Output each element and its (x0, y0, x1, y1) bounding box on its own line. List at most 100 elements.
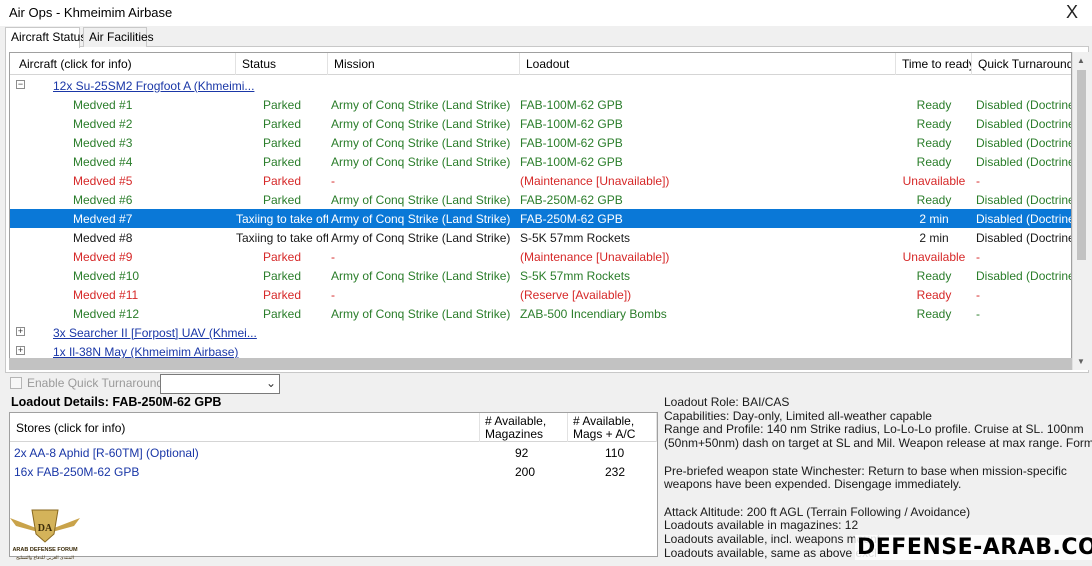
group-row[interactable]: + 3x Searcher II [Forpost] UAV (Khmei... (10, 323, 1071, 342)
aircraft-time-to-ready: Unavailable (902, 250, 966, 264)
arab-defense-forum-logo: DA ARAB DEFENSE FORUM المنتدى العربي للد… (10, 509, 80, 561)
enable-quick-turnaround[interactable]: Enable Quick Turnaround (10, 376, 163, 390)
store-row[interactable]: 2x AA-8 Aphid [R-60TM] (Optional) 92 110 (10, 444, 657, 463)
aircraft-name[interactable]: Medved #7 (73, 212, 238, 226)
watermark-text: DEFENSE-ARAB.COM (855, 535, 1092, 560)
aircraft-row[interactable]: Medved #11 Parked - (Reserve [Available]) Re… (10, 285, 1071, 304)
aircraft-row[interactable]: Medved #9 Parked - (Maintenance [Unavailabl… (10, 247, 1071, 266)
column-header-status[interactable]: Status (236, 53, 328, 75)
chevron-down-icon: ⌄ (265, 376, 276, 390)
aircraft-name[interactable]: Medved #6 (73, 193, 238, 207)
aircraft-loadout: (Maintenance [Unavailable]) (520, 174, 670, 188)
expand-icon[interactable]: + (16, 327, 25, 336)
aircraft-row[interactable]: Medved #12 Parked Army of Conq Strike (Lan… (10, 304, 1071, 323)
aircraft-quick-turnaround: - (976, 307, 980, 321)
aircraft-row[interactable]: Medved #1 Parked Army of Conq Strike (Land… (10, 95, 1072, 114)
scroll-up-icon[interactable]: ▲ (1077, 56, 1085, 65)
detail-line: Range and Profile: 140 nm Strike radius,… (664, 422, 1084, 437)
aircraft-time-to-ready: 2 min (919, 212, 949, 226)
aircraft-quick-turnaround: - (976, 174, 980, 188)
stores-table: Stores (click for info) # Available, Mag… (9, 412, 658, 557)
aircraft-quick-turnaround: Disabled (Doctrine) (976, 98, 1072, 112)
aircraft-row[interactable]: Medved #10 Parked Army of Conq Strike (Lan… (10, 266, 1072, 285)
grid-header: Aircraft (click for info) Status Mission… (10, 53, 1071, 75)
aircraft-mission: - (331, 250, 335, 264)
aircraft-mission: Army of Conq Strike (Land Strike) (331, 231, 511, 245)
aircraft-status: Parked (262, 193, 302, 207)
aircraft-quick-turnaround: Disabled (Doctrine) (976, 136, 1072, 150)
aircraft-quick-turnaround: Disabled (Doctrine) (976, 193, 1072, 207)
aircraft-status: Taxiing to take off (236, 231, 328, 245)
group-label[interactable]: 3x Searcher II [Forpost] UAV (Khmei... (53, 326, 257, 340)
aircraft-name[interactable]: Medved #1 (73, 98, 238, 112)
column-header-quick-turnaround[interactable]: Quick Turnaround (972, 53, 1071, 75)
store-name[interactable]: 16x FAB-250M-62 GPB (14, 465, 139, 479)
aircraft-loadout: ZAB-500 Incendiary Bombs (520, 307, 667, 321)
aircraft-name[interactable]: Medved #8 (73, 231, 238, 245)
quick-turnaround-checkbox[interactable] (10, 377, 22, 389)
aircraft-name[interactable]: Medved #12 (73, 307, 238, 321)
aircraft-mission: - (331, 288, 335, 302)
aircraft-time-to-ready: Unavailable (902, 174, 966, 188)
aircraft-status: Parked (262, 136, 302, 150)
column-header-stores[interactable]: Stores (click for info) (10, 413, 480, 442)
group-label[interactable]: 1x Il-38N May (Khmeimim Airbase) (53, 345, 238, 359)
tab-aircraft-status[interactable]: Aircraft Status (5, 27, 86, 48)
aircraft-time-to-ready: Ready (916, 136, 952, 150)
aircraft-status: Parked (262, 117, 302, 131)
close-icon[interactable]: X (1066, 2, 1078, 23)
aircraft-row[interactable]: Medved #4 Parked Army of Conq Strike (Land… (10, 152, 1072, 171)
aircraft-name[interactable]: Medved #9 (73, 250, 238, 264)
detail-line: Attack Altitude: 200 ft AGL (Terrain Fol… (664, 504, 971, 519)
aircraft-loadout: S-5K 57mm Rockets (520, 231, 631, 245)
store-row[interactable]: 16x FAB-250M-62 GPB 200 232 (10, 463, 657, 482)
group-label[interactable]: 12x Su-25SM2 Frogfoot A (Khmeimi... (53, 79, 254, 93)
column-header-time-to-ready[interactable]: Time to ready (896, 53, 972, 75)
aircraft-row[interactable]: Medved #7 Taxiing to take off Army of Conq… (10, 209, 1071, 228)
detail-line: weapons have been expended. Disengage im… (664, 477, 962, 492)
aircraft-mission: Army of Conq Strike (Land Strike) (331, 212, 511, 226)
aircraft-row[interactable]: Medved #8 Taxiing to take off Army of Conq… (10, 228, 1071, 247)
column-header-available-magazines[interactable]: # Available, Magazines (480, 413, 568, 442)
aircraft-name[interactable]: Medved #4 (73, 155, 238, 169)
aircraft-name[interactable]: Medved #10 (73, 269, 238, 283)
column-header-mission[interactable]: Mission (328, 53, 520, 75)
aircraft-time-to-ready: Ready (916, 193, 952, 207)
aircraft-quick-turnaround: Disabled (Doctrine) (976, 117, 1072, 131)
aircraft-mission: Army of Conq Strike (Land Strike) (331, 155, 511, 169)
aircraft-quick-turnaround: Disabled (Doctrine) (976, 269, 1072, 283)
aircraft-row[interactable]: Medved #6 Parked Army of Conq Strike (Land… (10, 190, 1072, 209)
store-name[interactable]: 2x AA-8 Aphid [R-60TM] (Optional) (14, 446, 199, 460)
column-header-available-mags-ac[interactable]: # Available, Mags + A/C (568, 413, 657, 442)
aircraft-name[interactable]: Medved #3 (73, 136, 238, 150)
logo-text: ARAB DEFENSE FORUM (12, 547, 78, 553)
aircraft-mission: Army of Conq Strike (Land Strike) (331, 136, 511, 150)
detail-line: Pre-briefed weapon state Winchester: Ret… (664, 463, 1067, 478)
aircraft-time-to-ready: Ready (916, 98, 952, 112)
aircraft-mission: Army of Conq Strike (Land Strike) (331, 193, 511, 207)
store-magazines: 92 (515, 446, 529, 460)
scrollbar-thumb[interactable] (1077, 70, 1086, 260)
logo-initials: DA (38, 523, 53, 534)
group-row[interactable]: − 12x Su-25SM2 Frogfoot A (Khmeimi... (10, 76, 1071, 95)
expand-icon[interactable]: + (16, 346, 25, 355)
store-mags-ac: 232 (605, 465, 626, 479)
aircraft-name[interactable]: Medved #2 (73, 117, 238, 131)
aircraft-loadout: (Reserve [Available]) (520, 288, 632, 302)
aircraft-name[interactable]: Medved #11 (73, 288, 238, 302)
aircraft-row[interactable]: Medved #2 Parked Army of Conq Strike (Land… (10, 114, 1072, 133)
turnaround-dropdown[interactable]: ⌄ (160, 374, 280, 394)
aircraft-row[interactable]: Medved #5 Parked - (Maintenance [Unavailabl… (10, 171, 1071, 190)
collapse-icon[interactable]: − (16, 80, 25, 89)
scroll-down-icon[interactable]: ▼ (1077, 357, 1085, 366)
aircraft-name[interactable]: Medved #5 (73, 174, 238, 188)
tab-air-facilities[interactable]: Air Facilities (83, 27, 154, 47)
column-header-loadout[interactable]: Loadout (520, 53, 896, 75)
horizontal-scrollbar[interactable] (9, 358, 1072, 370)
detail-line (664, 451, 1084, 465)
vertical-scrollbar[interactable]: ▲ ▼ (1072, 52, 1089, 370)
aircraft-row[interactable]: Medved #3 Parked Army of Conq Strike (Land… (10, 133, 1072, 152)
aircraft-quick-turnaround: Disabled (Doctrine) (976, 155, 1072, 169)
loadout-details-title: Loadout Details: FAB-250M-62 GPB (11, 395, 222, 409)
column-header-aircraft[interactable]: Aircraft (click for info) (10, 53, 236, 75)
